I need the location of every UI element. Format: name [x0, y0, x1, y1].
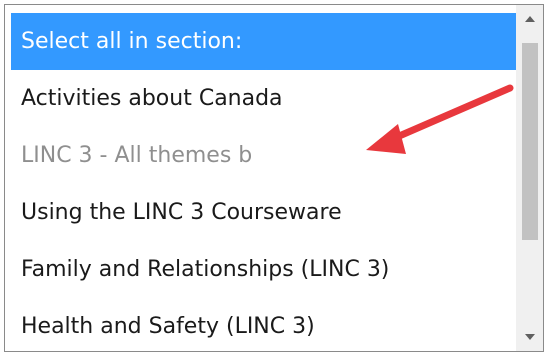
listbox-items: Select all in section: Activities about …: [11, 13, 517, 351]
list-item[interactable]: Family and Relationships (LINC 3): [11, 241, 517, 298]
scroll-down-button[interactable]: [517, 325, 543, 349]
course-listbox[interactable]: Select all in section: Activities about …: [4, 4, 544, 352]
list-item[interactable]: Using the LINC 3 Courseware: [11, 184, 517, 241]
scroll-up-button[interactable]: [517, 7, 543, 31]
list-item-select-all[interactable]: Select all in section:: [11, 13, 517, 70]
list-item[interactable]: Health and Safety (LINC 3): [11, 298, 517, 351]
chevron-down-icon: [525, 334, 535, 340]
vertical-scrollbar[interactable]: [516, 5, 543, 351]
chevron-up-icon: [525, 16, 535, 22]
scroll-thumb[interactable]: [522, 43, 538, 240]
red-arrow-icon: [366, 84, 514, 154]
